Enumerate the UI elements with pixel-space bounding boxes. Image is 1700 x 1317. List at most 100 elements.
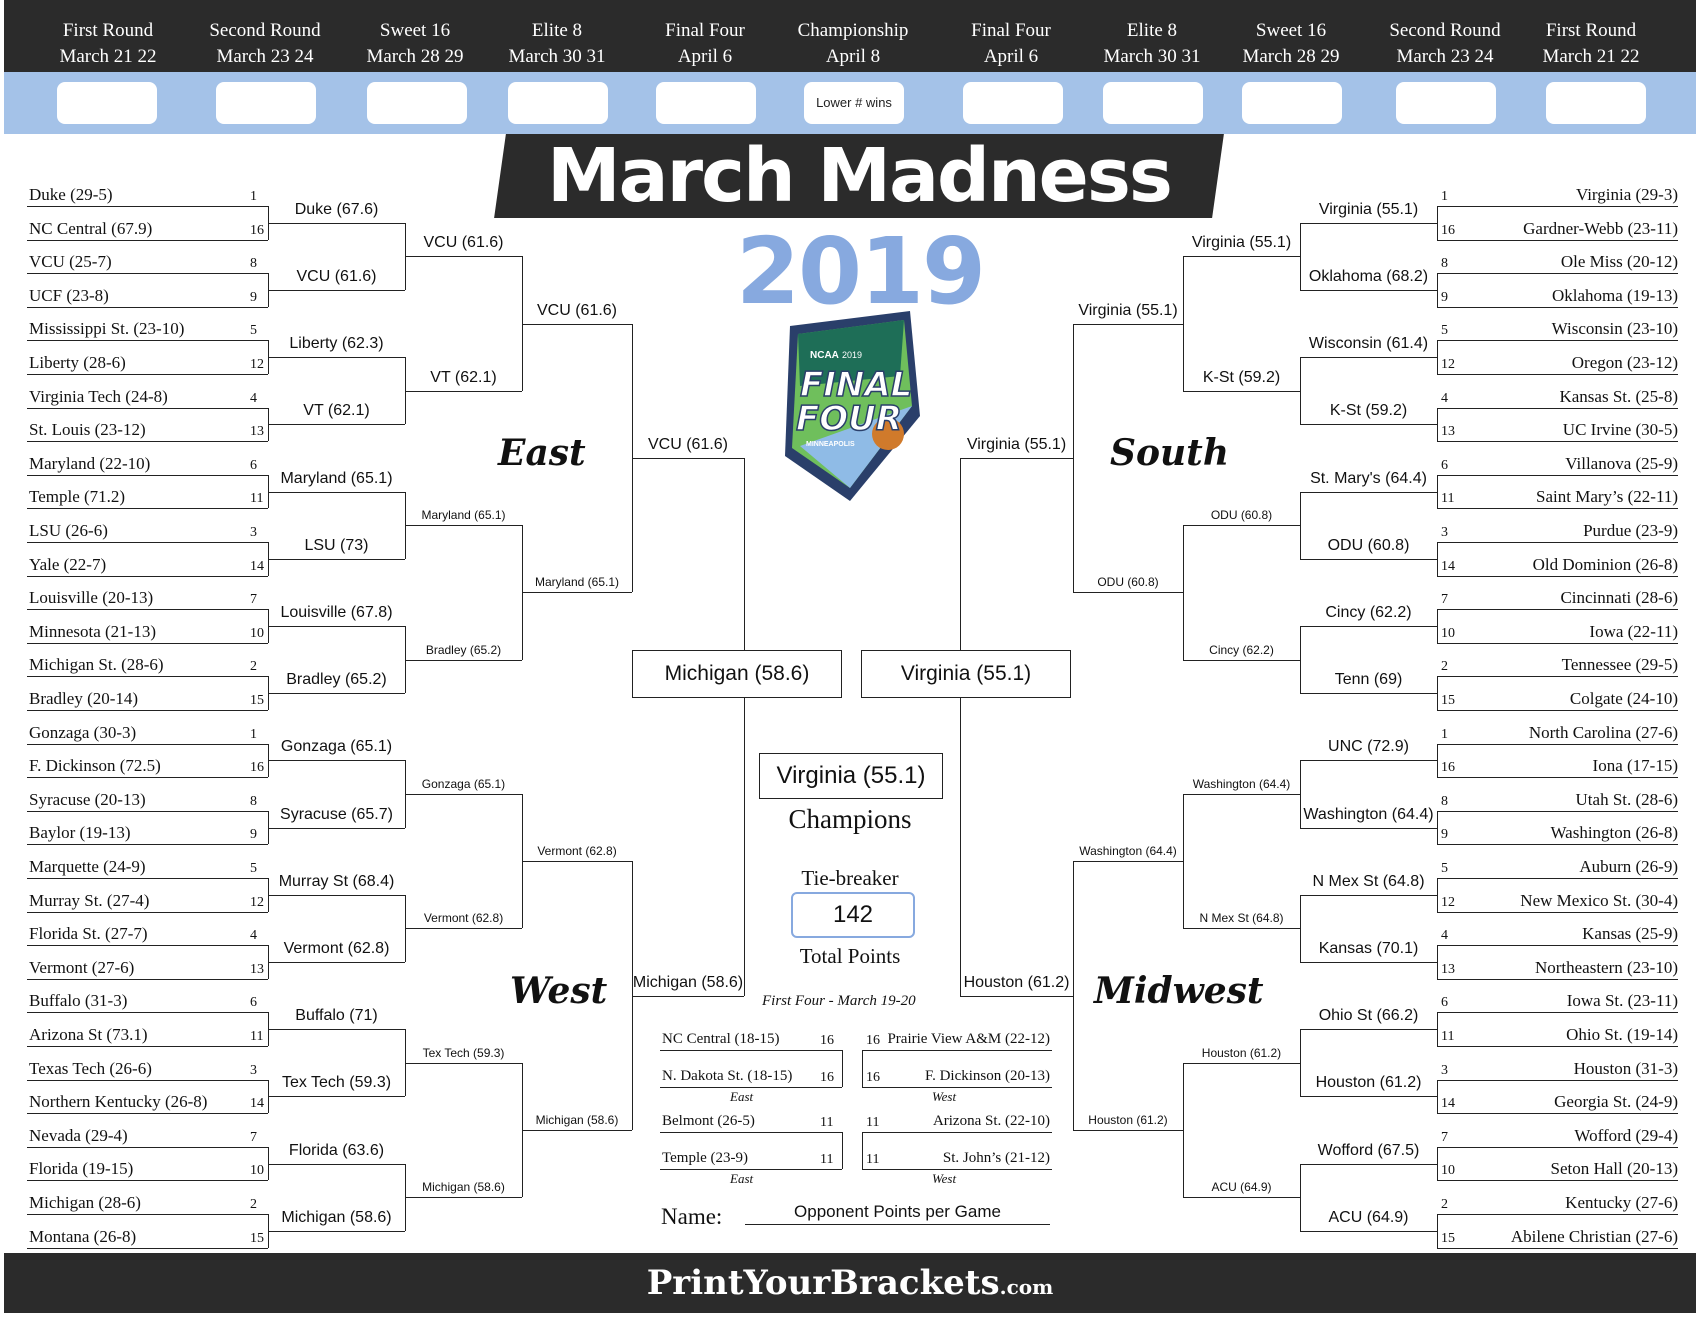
right-round2-pick[interactable]: ODU (60.8) xyxy=(1300,537,1437,555)
final-slot-right[interactable]: Virginia (55.1) xyxy=(861,650,1071,698)
right-first-round-team[interactable]: Northeastern (23-10) xyxy=(1535,958,1678,978)
left-round3-pick[interactable]: Vermont (62.8) xyxy=(405,911,522,925)
left-round5-pick[interactable]: VCU (61.6) xyxy=(632,436,744,454)
right-first-round-team[interactable]: Oklahoma (19-13) xyxy=(1552,286,1678,306)
left-first-round-team[interactable]: Gonzaga (30-3) xyxy=(29,723,136,743)
left-first-round-team[interactable]: Murray St. (27-4) xyxy=(29,891,149,911)
right-first-round-team[interactable]: Colgate (24-10) xyxy=(1570,689,1678,709)
left-first-round-team[interactable]: Nevada (29-4) xyxy=(29,1126,128,1146)
left-round2-pick[interactable]: Tex Tech (59.3) xyxy=(268,1074,405,1092)
left-round2-pick[interactable]: Liberty (62.3) xyxy=(268,335,405,353)
left-first-round-team[interactable]: Marquette (24-9) xyxy=(29,857,146,877)
right-round2-pick[interactable]: Kansas (70.1) xyxy=(1300,940,1437,958)
left-round2-pick[interactable]: Syracuse (65.7) xyxy=(268,806,405,824)
right-round4-pick[interactable]: Virginia (55.1) xyxy=(1073,302,1183,320)
right-round2-pick[interactable]: Wofford (67.5) xyxy=(1300,1142,1437,1160)
right-round3-pick[interactable]: Cincy (62.2) xyxy=(1183,643,1300,657)
left-first-round-team[interactable]: Syracuse (20-13) xyxy=(29,790,146,810)
round-score-box-elite8-left[interactable] xyxy=(508,82,608,124)
right-round3-pick[interactable]: ODU (60.8) xyxy=(1183,508,1300,522)
right-round2-pick[interactable]: Houston (61.2) xyxy=(1300,1074,1437,1092)
left-round2-pick[interactable]: Bradley (65.2) xyxy=(268,671,405,689)
left-round2-pick[interactable]: VCU (61.6) xyxy=(268,268,405,286)
left-first-round-team[interactable]: Baylor (19-13) xyxy=(29,823,131,843)
left-round2-pick[interactable]: Murray St (68.4) xyxy=(268,873,405,891)
round-score-box-sweet16-left[interactable] xyxy=(367,82,467,124)
tiebreaker-input[interactable]: 142 xyxy=(791,892,915,938)
left-first-round-team[interactable]: Arizona St (73.1) xyxy=(29,1025,148,1045)
left-first-round-team[interactable]: LSU (26-6) xyxy=(29,521,108,541)
round-score-box-final-four-left[interactable] xyxy=(656,82,756,124)
left-first-round-team[interactable]: Texas Tech (26-6) xyxy=(29,1059,152,1079)
right-round2-pick[interactable]: Wisconsin (61.4) xyxy=(1300,335,1437,353)
right-first-round-team[interactable]: Iona (17-15) xyxy=(1593,756,1678,776)
round-score-box-first-round-left[interactable] xyxy=(57,82,157,124)
championship-lower-wins-box[interactable]: Lower # wins xyxy=(804,82,904,124)
first-four-team[interactable]: NC Central (18-15) xyxy=(662,1031,779,1048)
left-first-round-team[interactable]: Virginia Tech (24-8) xyxy=(29,387,168,407)
left-first-round-team[interactable]: Bradley (20-14) xyxy=(29,689,138,709)
right-first-round-team[interactable]: Saint Mary’s (22-11) xyxy=(1536,487,1678,507)
right-first-round-team[interactable]: Ohio St. (19-14) xyxy=(1566,1025,1678,1045)
round-score-box-first-round-right[interactable] xyxy=(1546,82,1646,124)
right-first-round-team[interactable]: Washington (26-8) xyxy=(1550,823,1678,843)
first-four-team[interactable]: Arizona St. (22-10) xyxy=(933,1113,1050,1130)
left-round2-pick[interactable]: Gonzaga (65.1) xyxy=(268,738,405,756)
right-first-round-team[interactable]: Iowa St. (23-11) xyxy=(1567,991,1678,1011)
right-round2-pick[interactable]: Cincy (62.2) xyxy=(1300,604,1437,622)
left-round2-pick[interactable]: Vermont (62.8) xyxy=(268,940,405,958)
right-first-round-team[interactable]: Kansas St. (25-8) xyxy=(1559,387,1678,407)
right-first-round-team[interactable]: North Carolina (27-6) xyxy=(1529,723,1678,743)
right-round2-pick[interactable]: UNC (72.9) xyxy=(1300,738,1437,756)
champion-slot[interactable]: Virginia (55.1) xyxy=(759,753,943,799)
right-round2-pick[interactable]: N Mex St (64.8) xyxy=(1300,873,1437,891)
final-slot-left[interactable]: Michigan (58.6) xyxy=(632,650,842,698)
left-round4-pick[interactable]: VCU (61.6) xyxy=(522,302,632,320)
right-round4-pick[interactable]: Houston (61.2) xyxy=(1073,1113,1183,1127)
round-score-box-second-round-right[interactable] xyxy=(1396,82,1496,124)
left-first-round-team[interactable]: Buffalo (31-3) xyxy=(29,991,127,1011)
left-first-round-team[interactable]: Mississippi St. (23-10) xyxy=(29,319,184,339)
left-round2-pick[interactable]: Louisville (67.8) xyxy=(268,604,405,622)
left-first-round-team[interactable]: Maryland (22-10) xyxy=(29,454,150,474)
left-first-round-team[interactable]: VCU (25-7) xyxy=(29,252,112,272)
left-round2-pick[interactable]: VT (62.1) xyxy=(268,402,405,420)
left-round3-pick[interactable]: Bradley (65.2) xyxy=(405,643,522,657)
left-first-round-team[interactable]: Louisville (20-13) xyxy=(29,588,153,608)
right-first-round-team[interactable]: Villanova (25-9) xyxy=(1565,454,1678,474)
right-first-round-team[interactable]: Kansas (25-9) xyxy=(1582,924,1678,944)
left-round4-pick[interactable]: Michigan (58.6) xyxy=(522,1113,632,1127)
left-first-round-team[interactable]: St. Louis (23-12) xyxy=(29,420,146,440)
right-first-round-team[interactable]: Auburn (26-9) xyxy=(1579,857,1678,877)
left-first-round-team[interactable]: Duke (29-5) xyxy=(29,185,113,205)
right-round5-pick[interactable]: Virginia (55.1) xyxy=(960,436,1073,454)
left-round3-pick[interactable]: Maryland (65.1) xyxy=(405,508,522,522)
left-first-round-team[interactable]: UCF (23-8) xyxy=(29,286,109,306)
right-round2-pick[interactable]: Washington (64.4) xyxy=(1300,806,1437,824)
left-round3-pick[interactable]: Michigan (58.6) xyxy=(405,1180,522,1194)
left-first-round-team[interactable]: Temple (71.2) xyxy=(29,487,125,507)
right-round2-pick[interactable]: Oklahoma (68.2) xyxy=(1300,268,1437,286)
left-first-round-team[interactable]: Liberty (28-6) xyxy=(29,353,126,373)
right-first-round-team[interactable]: Oregon (23-12) xyxy=(1572,353,1678,373)
left-round2-pick[interactable]: Buffalo (71) xyxy=(268,1007,405,1025)
right-first-round-team[interactable]: Virginia (29-3) xyxy=(1576,185,1678,205)
right-round4-pick[interactable]: ODU (60.8) xyxy=(1073,575,1183,589)
right-first-round-team[interactable]: Gardner-Webb (23-11) xyxy=(1523,219,1678,239)
right-first-round-team[interactable]: Houston (31-3) xyxy=(1574,1059,1678,1079)
left-round2-pick[interactable]: Maryland (65.1) xyxy=(268,470,405,488)
right-round3-pick[interactable]: ACU (64.9) xyxy=(1183,1180,1300,1194)
right-round2-pick[interactable]: Ohio St (66.2) xyxy=(1300,1007,1437,1025)
right-first-round-team[interactable]: Cincinnati (28-6) xyxy=(1560,588,1678,608)
round-score-box-elite8-right[interactable] xyxy=(1103,82,1203,124)
right-first-round-team[interactable]: New Mexico St. (30-4) xyxy=(1520,891,1678,911)
left-first-round-team[interactable]: Michigan (28-6) xyxy=(29,1193,141,1213)
left-first-round-team[interactable]: Yale (22-7) xyxy=(29,555,106,575)
left-round2-pick[interactable]: Florida (63.6) xyxy=(268,1142,405,1160)
left-first-round-team[interactable]: Vermont (27-6) xyxy=(29,958,134,978)
left-first-round-team[interactable]: Florida (19-15) xyxy=(29,1159,133,1179)
left-first-round-team[interactable]: Minnesota (21-13) xyxy=(29,622,156,642)
right-first-round-team[interactable]: UC Irvine (30-5) xyxy=(1563,420,1678,440)
left-round4-pick[interactable]: Vermont (62.8) xyxy=(522,844,632,858)
right-first-round-team[interactable]: Purdue (23-9) xyxy=(1583,521,1678,541)
